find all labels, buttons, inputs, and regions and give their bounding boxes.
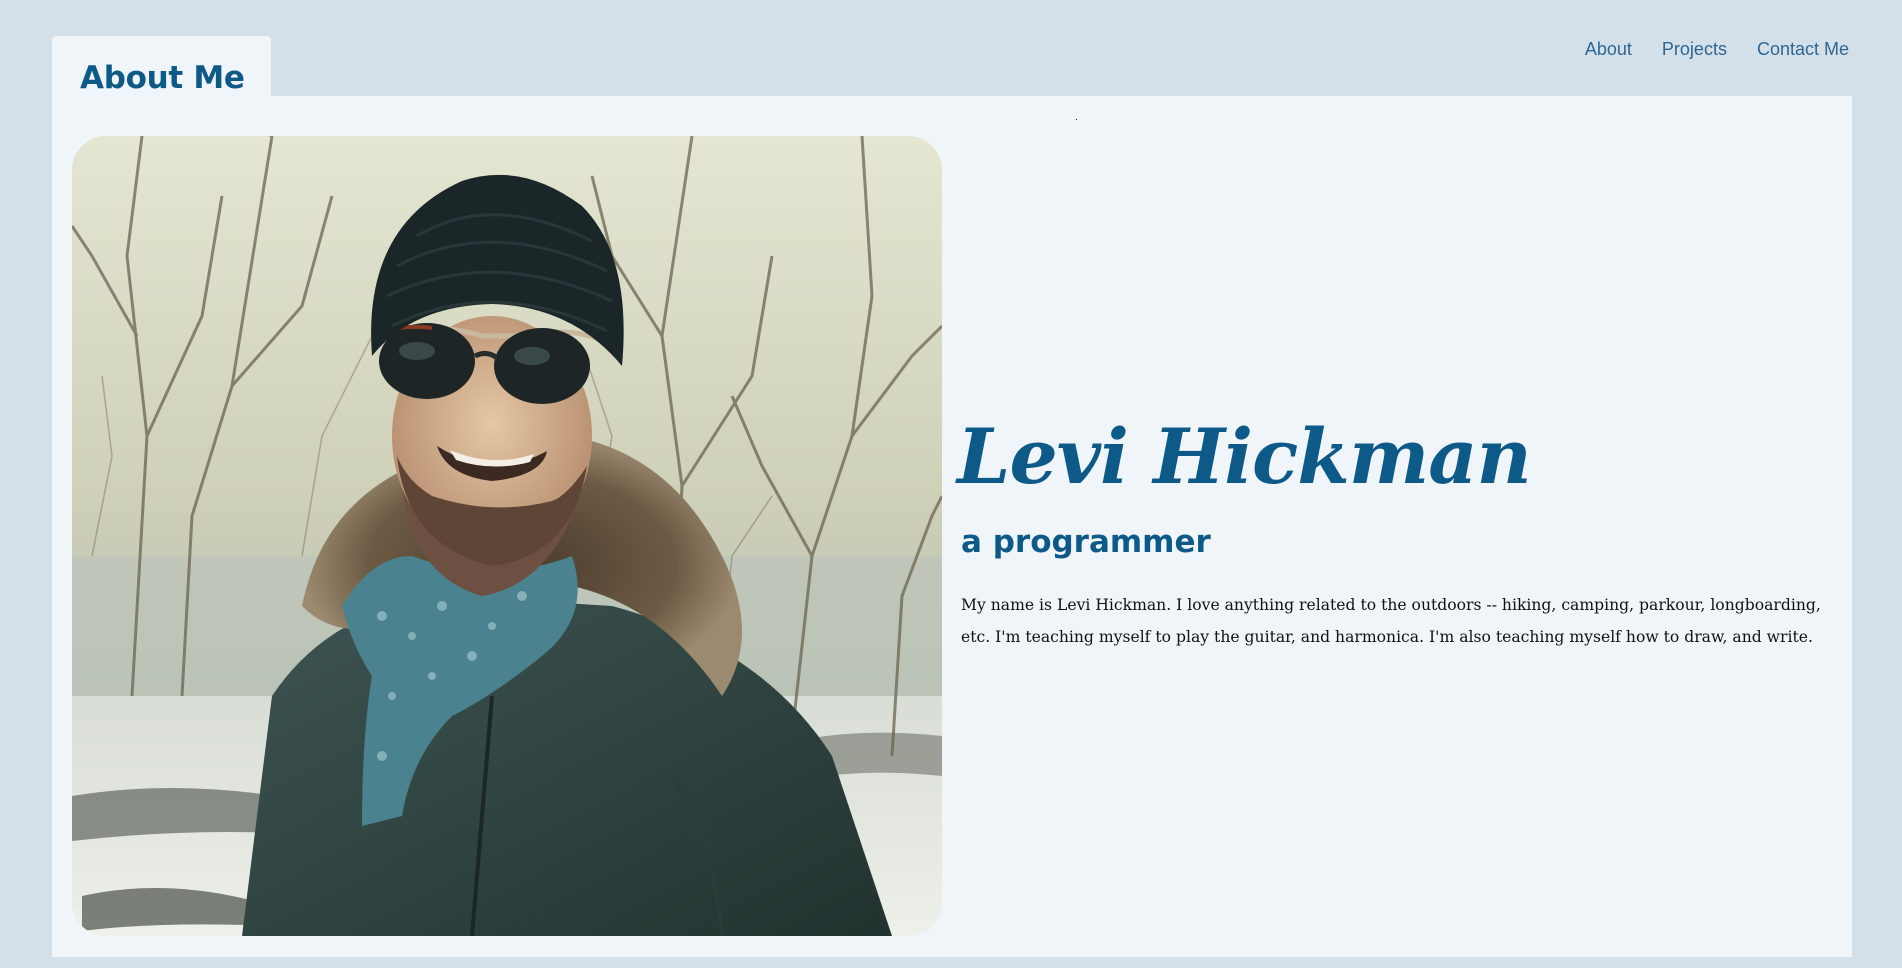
- profile-name: Levi Hickman: [957, 412, 1532, 501]
- nav-link-contact-me[interactable]: Contact Me: [1757, 39, 1849, 60]
- profile-photo: [72, 136, 942, 936]
- nav-link-about[interactable]: About: [1585, 39, 1632, 60]
- top-nav: About Projects Contact Me: [1585, 39, 1849, 60]
- content-panel: Levi Hickman a programmer My name is Lev…: [52, 96, 1852, 957]
- profile-bio: My name is Levi Hickman. I love anything…: [961, 596, 1821, 646]
- nav-link-projects[interactable]: Projects: [1662, 39, 1727, 60]
- page-title: About Me: [80, 60, 245, 96]
- profile-role: a programmer: [961, 524, 1211, 560]
- page-tab: About Me: [52, 36, 271, 96]
- stray-link-dot: [1076, 119, 1077, 120]
- profile-photo-illustration: [72, 136, 942, 936]
